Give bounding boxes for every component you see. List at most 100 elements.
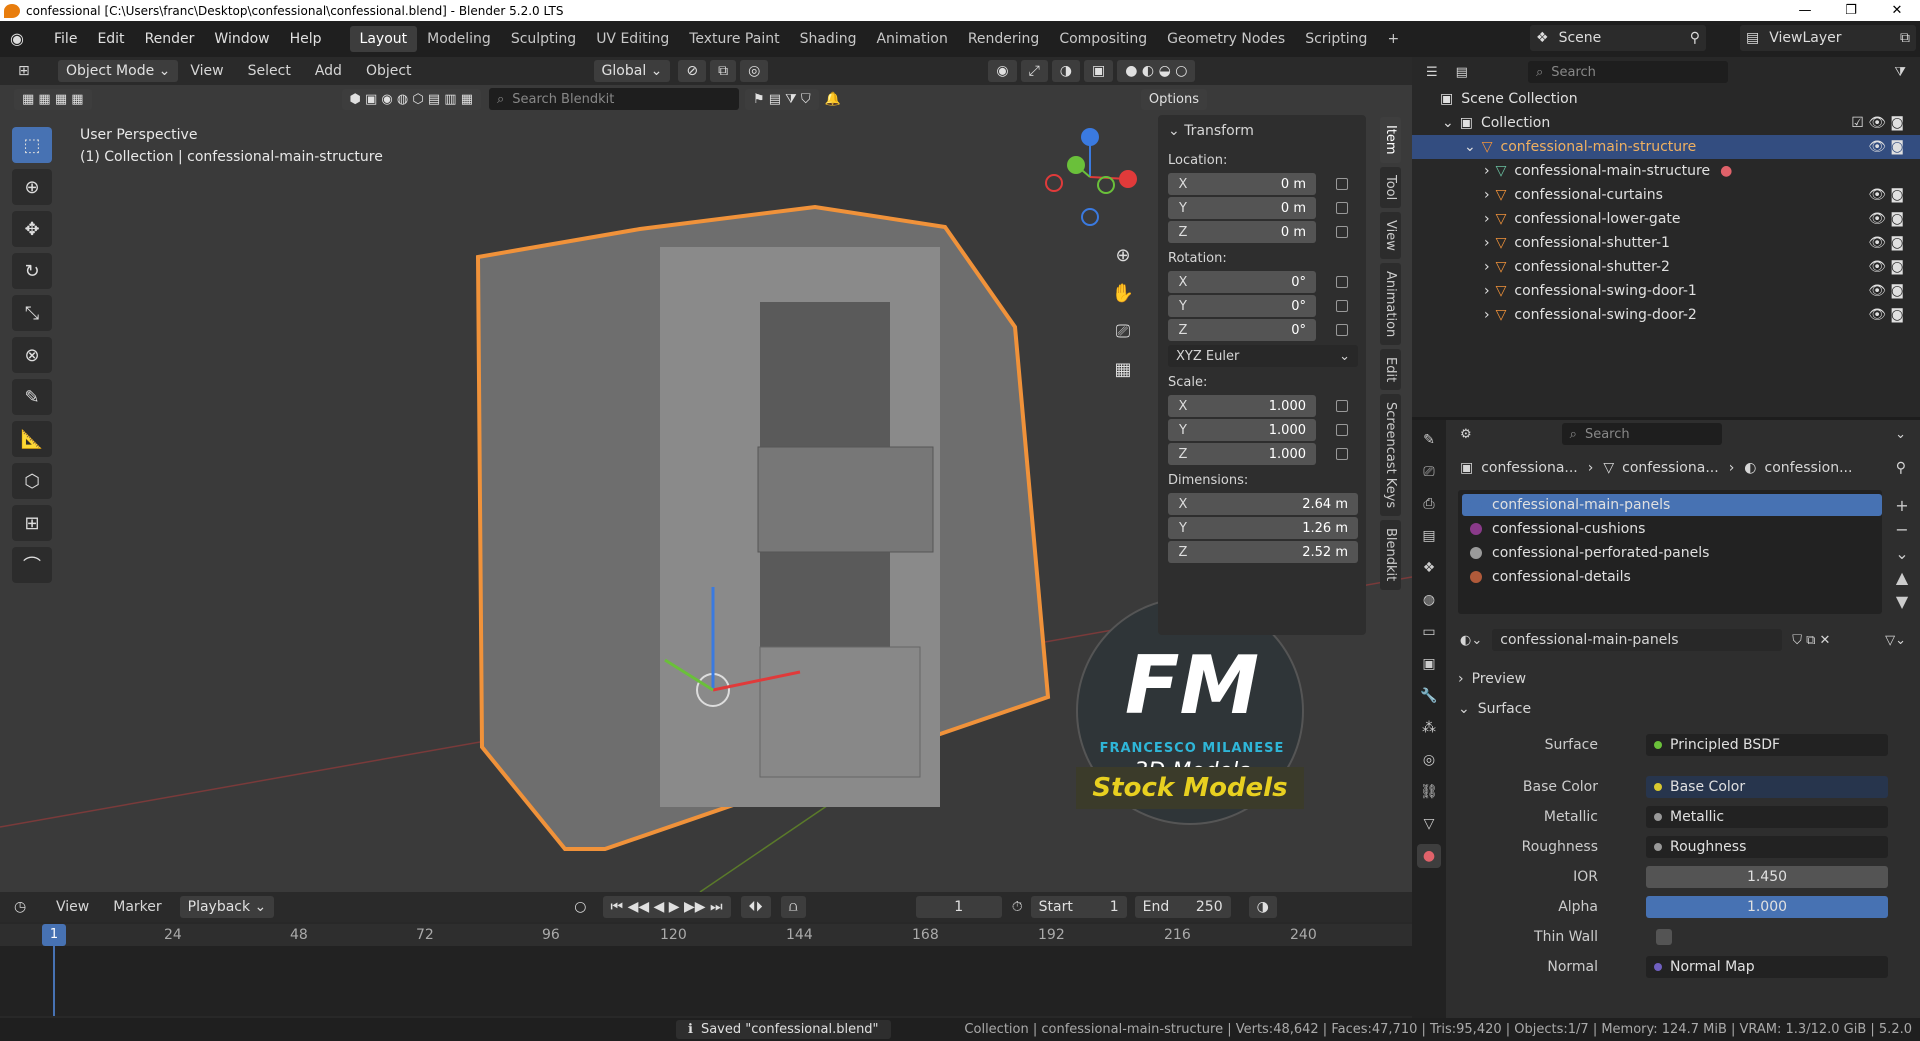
navigation-gizmo[interactable]	[1040, 127, 1140, 227]
lock-icon[interactable]	[1336, 448, 1348, 460]
blender-menu-icon[interactable]: ◉	[10, 29, 38, 49]
tab-scripting[interactable]: Scripting	[1295, 26, 1377, 52]
dimensions-z-field[interactable]: Z 2.52 m	[1168, 541, 1358, 563]
proportional-edit-icon[interactable]: ◎	[740, 60, 769, 82]
location-x-field[interactable]: X0 m	[1168, 173, 1316, 195]
scene-props-icon[interactable]: ❖	[1417, 556, 1441, 580]
outliner-item[interactable]: › ▽ confessional-shutter-2 👁 ◙	[1412, 255, 1920, 279]
tab-shading[interactable]: Shading	[790, 26, 867, 52]
lock-icon[interactable]	[1336, 276, 1348, 288]
collection-row[interactable]: ⌄ ▣ Collection ☑ 👁 ◙	[1412, 111, 1920, 135]
timeline-editor-type-icon[interactable]: ◷	[14, 899, 44, 915]
rotation-y-field[interactable]: Y 0°	[1168, 295, 1316, 317]
object-props-icon[interactable]: ▣	[1417, 652, 1441, 676]
menu-help[interactable]: Help	[280, 31, 332, 47]
timeline-body[interactable]	[0, 946, 1412, 1016]
add-cube-tool-icon[interactable]: ⬡	[12, 463, 52, 499]
tab-animation[interactable]: Animation	[1380, 262, 1401, 345]
outliner-item[interactable]: › ▽ confessional-swing-door-2 👁 ◙	[1412, 303, 1920, 327]
outliner-item[interactable]: › ▽ confessional-lower-gate 👁 ◙	[1412, 207, 1920, 231]
tab-sculpting[interactable]: Sculpting	[501, 26, 586, 52]
vp-menu-add[interactable]: Add	[303, 63, 354, 79]
alpha-field[interactable]: 1.000	[1646, 896, 1888, 918]
outliner-item[interactable]: › ▽ confessional-curtains 👁 ◙	[1412, 183, 1920, 207]
link-icon[interactable]: ▽⌄	[1885, 633, 1906, 648]
cursor-tool-icon[interactable]: ⊕	[12, 169, 52, 205]
lock-icon[interactable]	[1336, 400, 1348, 412]
pin-icon[interactable]: ⚲	[1896, 460, 1906, 476]
world-props-icon[interactable]: ◍	[1417, 588, 1441, 612]
curve-tool-icon[interactable]: ⌒	[12, 547, 52, 583]
expand-icon[interactable]: ›	[1484, 259, 1490, 275]
preview-panel-header[interactable]: › Preview	[1446, 666, 1920, 692]
object-mode-dropdown[interactable]: Object Mode ⌄	[58, 60, 179, 82]
dimensions-y-field[interactable]: Y 1.26 m	[1168, 517, 1358, 539]
tab-edit[interactable]: Edit	[1380, 349, 1401, 391]
material-slot[interactable]: confessional-cushions	[1462, 518, 1882, 540]
blendkit-asset-type-icon[interactable]: ⬢ ▣ ◉ ◍ ⬡ ▤ ▥ ▦	[341, 88, 481, 110]
properties-editor-type-icon[interactable]: ⚙	[1460, 427, 1472, 442]
menu-window[interactable]: Window	[204, 31, 279, 47]
visibility-icons[interactable]: 👁 ◙	[1868, 283, 1904, 299]
current-frame-field[interactable]: 1	[915, 896, 1002, 918]
lock-icon[interactable]	[1336, 178, 1348, 190]
tab-view[interactable]: View	[1380, 211, 1401, 259]
physics-props-icon[interactable]: ◎	[1417, 748, 1441, 772]
scale-z-field[interactable]: Z 1.000	[1168, 443, 1316, 465]
location-y-field[interactable]: Y0 m	[1168, 197, 1316, 219]
pan-hand-icon[interactable]: ✋	[1108, 275, 1138, 313]
expand-icon[interactable]: ›	[1484, 307, 1490, 323]
constraints-props-icon[interactable]: ⛓	[1417, 780, 1441, 804]
lock-icon[interactable]	[1336, 300, 1348, 312]
material-slot[interactable]: confessional-details	[1462, 566, 1882, 588]
rotation-x-field[interactable]: X 0°	[1168, 271, 1316, 293]
material-name-field[interactable]: confessional-main-panels	[1492, 629, 1783, 651]
tab-texture-paint[interactable]: Texture Paint	[679, 26, 789, 52]
fake-user-icon[interactable]: ⛉ ⧉ ✕	[1792, 633, 1830, 648]
view-layer-props-icon[interactable]: ▤	[1417, 524, 1441, 548]
collection-visibility-icons[interactable]: ☑ 👁 ◙	[1851, 115, 1904, 131]
timeline-overlay-icon[interactable]: ◑	[1248, 896, 1277, 918]
properties-search-input[interactable]: ⌕ Search	[1561, 423, 1722, 445]
material-props-icon[interactable]: ●	[1417, 844, 1441, 868]
menu-edit[interactable]: Edit	[87, 31, 134, 47]
properties-options-icon[interactable]: ⌄	[1895, 427, 1906, 442]
remove-slot-icon[interactable]: −	[1892, 518, 1912, 542]
start-frame-field[interactable]: Start 1	[1030, 896, 1127, 918]
ior-field[interactable]: 1.450	[1646, 866, 1888, 888]
outliner-item[interactable]: › ▽ confessional-shutter-1 👁 ◙	[1412, 231, 1920, 255]
location-z-field[interactable]: Z0 m	[1168, 221, 1316, 243]
stopwatch-icon[interactable]: ⏱	[1012, 899, 1023, 915]
timeline-ruler[interactable]: 1 24 48 72 96 120 144 168 192 216 240	[0, 924, 1412, 946]
tab-compositing[interactable]: Compositing	[1049, 26, 1157, 52]
vp-menu-select[interactable]: Select	[236, 63, 303, 79]
outliner-item[interactable]: ⌄ ▽ confessional-main-structure 👁 ◙	[1412, 135, 1920, 159]
end-frame-field[interactable]: End 250	[1134, 896, 1231, 918]
tl-menu-view[interactable]: View	[44, 899, 101, 915]
pin-icon[interactable]: ⚲	[1690, 30, 1700, 46]
base-color-field[interactable]: Base Color	[1646, 776, 1888, 798]
scene-collection-row[interactable]: ▣ Scene Collection	[1412, 87, 1920, 111]
tab-tool[interactable]: Tool	[1380, 166, 1401, 208]
viewlayer-selector[interactable]: ▤ ViewLayer ⧉	[1740, 25, 1916, 51]
auto-keying-icon[interactable]: ⩍	[780, 896, 806, 918]
filter-icon[interactable]: ⧩	[1894, 65, 1906, 80]
playhead[interactable]: 1	[42, 924, 66, 946]
dimensions-x-field[interactable]: X 2.64 m	[1168, 493, 1358, 515]
options-dropdown[interactable]: Options	[1140, 88, 1208, 110]
visibility-icon[interactable]: ◉	[988, 60, 1017, 82]
menu-file[interactable]: File	[44, 31, 87, 47]
surface-panel-header[interactable]: ⌄ Surface	[1446, 696, 1920, 722]
normal-field[interactable]: Normal Map	[1646, 956, 1888, 978]
xray-icon[interactable]: ▣	[1084, 60, 1114, 82]
expand-icon[interactable]: ›	[1484, 187, 1490, 203]
outliner-item[interactable]: › ▽ confessional-swing-door-1 👁 ◙	[1412, 279, 1920, 303]
close-icon[interactable]: ✕	[1874, 3, 1920, 18]
scale-tool-icon[interactable]: ⤡	[12, 295, 52, 331]
pivot-icon[interactable]: ⊘	[678, 60, 707, 82]
menu-render[interactable]: Render	[135, 31, 205, 47]
outliner-editor-type-icon[interactable]: ☰	[1426, 65, 1438, 80]
new-viewlayer-icon[interactable]: ⧉	[1900, 30, 1910, 46]
expand-icon[interactable]: ⌄	[1442, 115, 1454, 131]
expand-icon[interactable]: ›	[1484, 283, 1490, 299]
